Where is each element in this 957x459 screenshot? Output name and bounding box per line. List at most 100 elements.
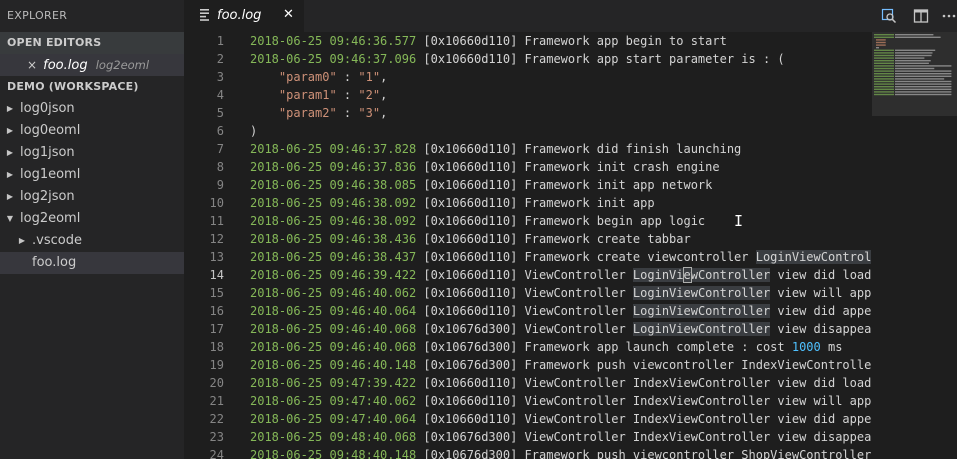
log-timestamp: 2018-06-25 09:47:40.062 — [250, 394, 417, 408]
highlighted-symbol: LoginViewController — [632, 322, 771, 336]
log-timestamp: 2018-06-25 09:46:37.828 — [250, 142, 417, 156]
tree-item-foo-log[interactable]: foo.log — [0, 252, 184, 274]
log-timestamp: 2018-06-25 09:46:38.092 — [250, 196, 417, 210]
log-message: [0x10660d110] Framework init crash engin… — [416, 160, 720, 174]
line-number: 17 — [209, 322, 224, 336]
log-message: [0x10660d110] Framework begin app logic — [416, 214, 706, 228]
log-timestamp: 2018-06-25 09:46:37.836 — [250, 160, 417, 174]
log-message: [0x10676d300] ViewController — [416, 322, 633, 336]
log-message-tail: view disappea — [770, 322, 872, 336]
log-timestamp: 2018-06-25 09:46:40.068 — [250, 322, 417, 336]
string-key: "param2" — [278, 106, 337, 120]
tab-foo-log[interactable]: foo.log ✕ — [184, 0, 304, 32]
split-editor-icon[interactable] — [913, 8, 929, 24]
log-timestamp: 2018-06-25 09:48:40.148 — [250, 448, 417, 459]
tree-item-label: log2json — [20, 189, 75, 204]
tree-item--vscode[interactable]: ▶ .vscode — [0, 230, 184, 252]
tree-item-log2json[interactable]: ▶ log2json — [0, 186, 184, 208]
more-actions-icon[interactable] — [941, 8, 957, 24]
line-number: 1 — [216, 34, 224, 48]
line-number: 5 — [216, 106, 224, 120]
log-message: [0x10660d110] Framework init app — [416, 196, 655, 210]
line-number: 9 — [216, 178, 224, 192]
log-message: [0x10676d300] Framework push viewcontrol… — [416, 358, 872, 372]
string-key: "param1" — [278, 88, 337, 102]
minimap[interactable] — [872, 32, 957, 459]
code-line: 2018-06-25 09:48:40.068 [0x10676d300] Vi… — [250, 428, 871, 446]
close-editor-icon[interactable]: × — [27, 54, 39, 76]
line-number: 7 — [216, 142, 224, 156]
code-line: "param1" : "2", — [278, 88, 388, 102]
code-line: 2018-06-25 09:46:40.068 [0x10676d300] Fr… — [250, 338, 842, 356]
log-message: [0x10660d110] ViewController — [416, 268, 633, 282]
log-timestamp: 2018-06-25 09:46:38.085 — [250, 178, 417, 192]
chevron-right-icon[interactable]: ▶ — [5, 164, 15, 186]
log-timestamp: 2018-06-25 09:46:40.068 — [250, 340, 417, 354]
tree-item-log1eoml[interactable]: ▶ log1eoml — [0, 164, 184, 186]
line-number: 19 — [209, 358, 224, 372]
code-editor[interactable]: I 2018-06-25 09:46:36.577 [0x10660d110] … — [232, 32, 872, 459]
code-line: 2018-06-25 09:46:38.092 [0x10660d110] Fr… — [250, 212, 705, 230]
tree-item-log0json[interactable]: ▶ log0json — [0, 98, 184, 120]
string-key: "param0" — [278, 70, 337, 84]
line-number: 6 — [216, 124, 224, 138]
chevron-right-icon[interactable]: ▶ — [5, 142, 15, 164]
code-line: 2018-06-25 09:46:38.085 [0x10660d110] Fr… — [250, 176, 712, 194]
log-message: [0x10660d110] Framework did finish launc… — [416, 142, 742, 156]
highlighted-symbol: wController — [690, 268, 771, 282]
code-line: 2018-06-25 09:47:39.422 [0x10660d110] Vi… — [250, 374, 871, 392]
code-line: "param2" : "3", — [278, 106, 388, 120]
tree-item-label: .vscode — [32, 233, 82, 248]
chevron-right-icon[interactable]: ▶ — [5, 186, 15, 208]
open-preview-icon[interactable] — [881, 8, 897, 24]
line-number: 15 — [209, 286, 224, 300]
tree-item-label: log0eoml — [20, 123, 81, 138]
code-line: ) — [250, 122, 257, 140]
chevron-down-icon[interactable]: ▼ — [5, 208, 15, 230]
log-timestamp: 2018-06-25 09:48:40.068 — [250, 430, 417, 444]
code-text: ) — [250, 124, 258, 138]
tree-item-label: log0json — [20, 101, 75, 116]
chevron-right-icon[interactable]: ▶ — [5, 98, 15, 120]
log-message: [0x10660d110] ViewController — [416, 304, 633, 318]
tree-item-label: foo.log — [32, 255, 77, 270]
line-number: 3 — [216, 70, 224, 84]
code-line: 2018-06-25 09:46:40.148 [0x10676d300] Fr… — [250, 356, 871, 374]
highlighted-symbol: LoginViewControl — [755, 250, 872, 264]
text-cursor-icon: I — [734, 212, 744, 230]
open-editors-header[interactable]: OPEN EDITORS — [0, 32, 184, 54]
log-message-tail: ms — [820, 340, 843, 354]
log-message: [0x10660d110] Framework app begin to sta… — [416, 34, 727, 48]
log-timestamp: 2018-06-25 09:47:39.422 — [250, 376, 417, 390]
code-line: 2018-06-25 09:46:36.577 [0x10660d110] Fr… — [250, 32, 727, 50]
code-line: 2018-06-25 09:47:40.062 [0x10660d110] Vi… — [250, 392, 871, 410]
line-number: 18 — [209, 340, 224, 354]
code-line: "param0" : "1", — [278, 70, 388, 84]
log-timestamp: 2018-06-25 09:46:37.096 — [250, 52, 417, 66]
tree-item-log1json[interactable]: ▶ log1json — [0, 142, 184, 164]
string-value: "1" — [358, 70, 381, 84]
close-tab-icon[interactable]: ✕ — [283, 7, 294, 22]
log-message: [0x10660d110] Framework init app network — [416, 178, 713, 192]
minimap-slider[interactable] — [872, 32, 957, 116]
string-value: "3" — [358, 106, 381, 120]
explorer-sidebar: EXPLORER OPEN EDITORS × foo.log log2eoml… — [0, 0, 184, 459]
code-line: 2018-06-25 09:46:40.064 [0x10660d110] Vi… — [250, 302, 871, 320]
tree-item-label: log1json — [20, 145, 75, 160]
line-number: 23 — [209, 430, 224, 444]
code-line: 2018-06-25 09:46:39.422 [0x10660d110] Vi… — [250, 266, 871, 284]
log-message: [0x10676d300] Framework push viewcontrol… — [416, 448, 872, 459]
chevron-right-icon[interactable]: ▶ — [17, 230, 27, 252]
workspace-header[interactable]: DEMO (WORKSPACE) — [0, 76, 184, 98]
log-message-tail: view did load — [770, 268, 872, 282]
tree-item-log2eoml[interactable]: ▼ log2eoml — [0, 208, 184, 230]
line-number: 24 — [209, 448, 224, 459]
log-message: [0x10660d110] ViewController — [416, 286, 633, 300]
log-message-tail: view will app — [770, 286, 872, 300]
log-timestamp: 2018-06-25 09:46:38.436 — [250, 232, 417, 246]
chevron-right-icon[interactable]: ▶ — [5, 120, 15, 142]
log-message: [0x10660d110] ViewController IndexViewCo… — [416, 376, 872, 390]
log-timestamp: 2018-06-25 09:46:38.092 — [250, 214, 417, 228]
tree-item-log0eoml[interactable]: ▶ log0eoml — [0, 120, 184, 142]
open-editor-item[interactable]: × foo.log log2eoml — [0, 54, 184, 76]
